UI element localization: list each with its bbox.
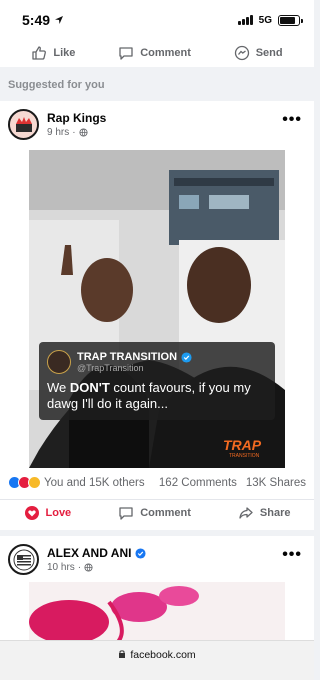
share-button[interactable]: Share [238,505,291,521]
page-name[interactable]: Rap Kings [47,111,106,125]
comment-label: Comment [140,47,191,59]
send-button[interactable]: Send [234,45,283,61]
comment-button[interactable]: Comment [118,505,191,521]
reactions[interactable]: You and 15K others [8,476,145,489]
page-avatar[interactable] [8,109,39,140]
post-meta: 9 hrs · [47,127,106,138]
send-label: Send [255,47,283,59]
post-photo[interactable] [29,582,285,640]
clock: 5:49 [22,12,64,28]
signal-icon [237,15,253,25]
share-label: Share [259,506,291,519]
globe-icon [79,128,88,137]
status-indicators: 5G [237,14,303,26]
quote-avatar [47,350,71,374]
messenger-icon [234,45,249,61]
globe-icon [84,563,93,572]
flag-logo-icon [13,549,34,570]
post-header: ALEX AND ANI 10 hrs · [8,544,146,575]
comment-icon [119,506,133,520]
crown-logo-icon [15,116,32,132]
post-header: Rap Kings 9 hrs · [8,109,106,140]
post-meta: 10 hrs · [47,562,146,573]
haha-reaction-icon [28,476,41,489]
post-card: Rap Kings 9 hrs · ••• TRAP TRANSITION @T… [0,101,314,530]
share-icon [239,506,253,519]
more-options-button[interactable]: ••• [282,112,302,128]
quote-author: TRAP TRANSITION [77,351,178,363]
previous-post-actions: Like Comment Send [0,39,314,67]
love-button[interactable]: Love [24,505,72,521]
verified-icon [135,547,146,559]
page-name[interactable]: ALEX AND ANI [47,546,131,560]
comments-count[interactable]: 162 Comments [159,477,237,489]
trap-transition-logo: TRAP TRANSITION [219,436,277,460]
quote-handle: @TrapTransition [77,363,144,373]
love-label: Love [45,506,72,519]
flower-photo [29,582,285,640]
like-button[interactable]: Like [31,45,75,61]
svg-text:TRANSITION: TRANSITION [229,453,260,459]
post-photo[interactable]: TRAP TRANSITION @TrapTransition We DON'T… [29,150,285,468]
section-label: Suggested for you [8,79,105,91]
page-name-row: ALEX AND ANI [47,546,146,560]
comment-label: Comment [140,506,191,519]
post-time[interactable]: 9 hrs [47,127,69,138]
browser-address-bar[interactable]: facebook.com [0,640,314,680]
network-label: 5G [258,14,272,26]
reactions-summary: You and 15K others 162 Comments 13K Shar… [8,476,306,489]
post-card: ALEX AND ANI 10 hrs · ••• [0,536,314,640]
comment-button[interactable]: Comment [118,45,191,61]
quote-text: We DON'T count favours, if you my dawg I… [47,380,251,411]
status-bar: 5:49 5G [0,0,314,40]
thumbs-up-icon [32,46,47,60]
post-actions: Love Comment Share [0,499,314,525]
post-time[interactable]: 10 hrs [47,562,75,573]
photo-scene [29,150,285,468]
page-avatar[interactable] [8,544,39,575]
svg-text:TRAP: TRAP [223,437,262,453]
reactions-text: You and 15K others [44,476,145,489]
comment-icon [119,47,133,60]
like-label: Like [53,47,76,59]
battery-icon [278,14,303,26]
battery-fill [280,16,296,24]
lock-icon [119,650,126,658]
clock-time: 5:49 [22,12,51,28]
url-text: facebook.com [130,649,196,661]
more-options-button[interactable]: ••• [282,547,302,563]
heart-icon [24,505,39,520]
quote-overlay: TRAP TRANSITION @TrapTransition We DON'T… [39,342,275,420]
location-arrow-icon [55,16,64,24]
verified-icon [181,351,192,363]
shares-count[interactable]: 13K Shares [246,477,306,489]
